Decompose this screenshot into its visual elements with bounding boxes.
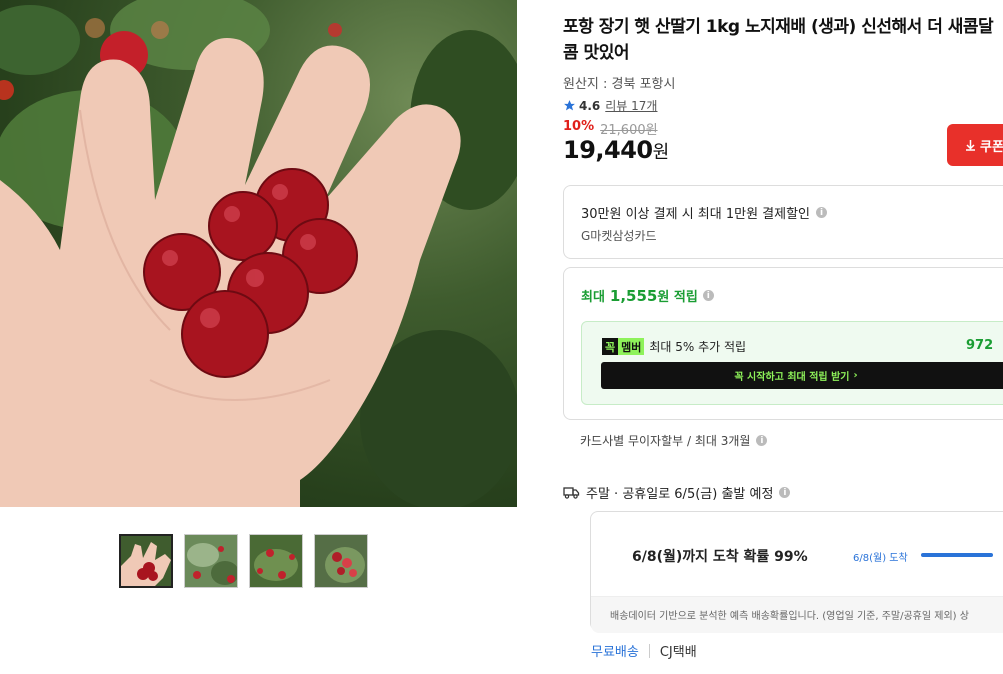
info-icon[interactable]: i	[816, 207, 828, 218]
card-name: G마켓삼성카드	[581, 229, 657, 243]
product-info-panel: 포항 장기 햇 산딸기 1kg 노지재배 (생과) 신선해서 더 새콤달콤 맛있…	[563, 0, 1003, 674]
main-product-image	[0, 0, 517, 507]
member-signup-button[interactable]: 꼭 시작하고 최대 적립 받기 ›	[601, 362, 1003, 389]
info-icon[interactable]: i	[779, 487, 791, 498]
info-icon[interactable]: i	[702, 290, 714, 301]
shipping-schedule: 주말 · 공휴일로 6/5(금) 출발 예정 i	[563, 483, 791, 502]
points-amount: 1,555	[609, 286, 658, 305]
product-origin: 원산지 : 경북 포항시	[563, 77, 676, 92]
star-icon	[564, 100, 575, 111]
member-logo-right: 멤버	[618, 338, 645, 355]
points-suffix: 원 적립	[657, 290, 698, 305]
member-signup-label: 꼭 시작하고 최대 적립 받기	[734, 372, 850, 383]
courier-label: CJ택배	[659, 645, 697, 660]
sale-price: 19,440원	[563, 136, 669, 164]
delivery-prediction-box: 6/8(월)까지 도착 확률 99% 6/8(월) 도착 배송데이터 기반으로 …	[590, 511, 1003, 633]
thumbnail-4[interactable]	[314, 534, 368, 588]
free-shipping-label: 무료배송	[591, 645, 639, 660]
info-icon[interactable]: i	[756, 435, 768, 446]
coupon-label: 쿠폰	[980, 139, 1003, 155]
thumbnail-2[interactable]	[184, 534, 238, 588]
thumbnail-1[interactable]	[119, 534, 173, 588]
member-logo: 꼭 멤버	[602, 338, 645, 355]
installment-text: 카드사별 무이자할부 / 최대 3개월	[580, 434, 751, 448]
points-box: 최대 1,555 원 적립 i 꼭 멤버 최대 5% 추가 적립 972 꼭 시…	[563, 267, 1003, 420]
truck-icon	[563, 487, 580, 499]
download-icon	[966, 140, 975, 151]
member-row: 꼭 멤버 최대 5% 추가 적립	[602, 338, 746, 355]
member-benefit-text: 최대 5% 추가 적립	[649, 340, 747, 354]
installment-info: 카드사별 무이자할부 / 최대 3개월 i	[580, 432, 768, 449]
thumbnail-3[interactable]	[249, 534, 303, 588]
rating-score: 4.6	[579, 98, 601, 113]
price-unit: 원	[652, 142, 670, 163]
delivery-footer: 배송데이터 기반으로 분석한 예측 배송확률입니다. (영업일 기준, 주말/공…	[591, 596, 1003, 633]
arrival-date-label: 6/8(월) 도착	[853, 553, 908, 564]
points-prefix: 최대	[581, 290, 605, 305]
review-link[interactable]: 리뷰 17개	[605, 97, 657, 114]
shipping-schedule-text: 주말 · 공휴일로 6/5(금) 출발 예정	[586, 487, 774, 502]
shipping-tags: 무료배송 CJ택배	[591, 641, 697, 660]
card-discount-text: 30만원 이상 결제 시 최대 1만원 결제할인	[581, 207, 811, 222]
arrival-probability-text: 6/8(월)까지 도착 확률 99%	[632, 549, 808, 565]
member-benefit-box: 꼭 멤버 최대 5% 추가 적립 972 꼭 시작하고 최대 적립 받기 ›	[581, 321, 1003, 405]
card-discount-box: 30만원 이상 결제 시 최대 1만원 결제할인 i G마켓삼성카드	[563, 185, 1003, 259]
member-logo-left: 꼭	[602, 338, 619, 355]
delivery-note: 배송데이터 기반으로 분석한 예측 배송확률입니다. (영업일 기준, 주말/공…	[610, 611, 969, 622]
thumbnail-strip	[119, 534, 368, 588]
arrival-probability-bar	[921, 553, 993, 557]
price-number: 19,440	[563, 136, 653, 164]
points-title: 최대 1,555 원 적립 i	[581, 286, 714, 305]
product-title: 포항 장기 햇 산딸기 1kg 노지재배 (생과) 신선해서 더 새콤달콤 맛있…	[563, 17, 994, 63]
chevron-right-icon: ›	[853, 370, 858, 381]
rating-row: 4.6 리뷰 17개	[563, 97, 657, 114]
card-discount-headline: 30만원 이상 결제 시 최대 1만원 결제할인 i	[581, 203, 828, 222]
coupon-download-button[interactable]: 쿠폰	[947, 124, 1003, 166]
member-extra-amount: 972	[966, 338, 994, 353]
divider	[648, 643, 650, 658]
